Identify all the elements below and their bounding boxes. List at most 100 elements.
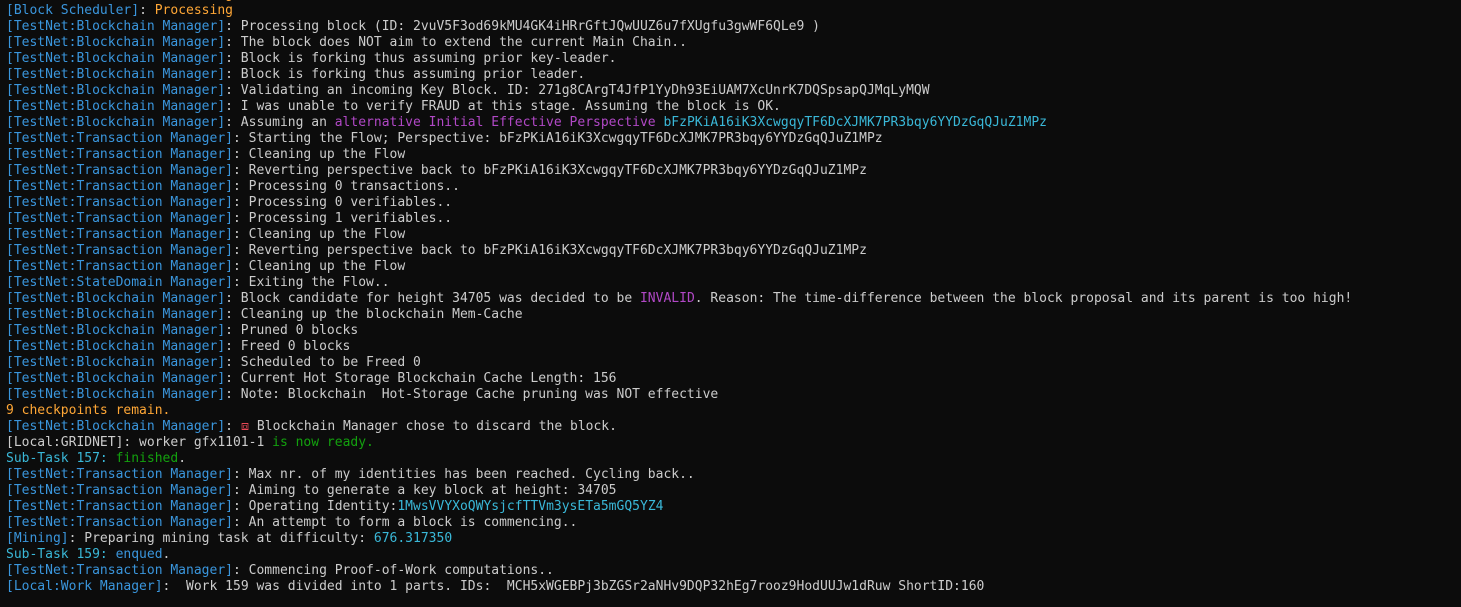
- terminal-output[interactable]: [Block Scheduler]: Processing[Block Sche…: [0, 0, 1461, 607]
- log-source-tag: [TestNet:Blockchain Manager]: [6, 371, 226, 386]
- log-text: : Cleaning up the Flow: [232, 259, 406, 274]
- log-source-tag: [TestNet:Blockchain Manager]: [6, 115, 226, 130]
- log-line: [TestNet:Blockchain Manager]: Freed 0 bl…: [6, 339, 1461, 355]
- log-source-tag: [TestNet:Transaction Manager]: [6, 163, 233, 178]
- log-text: :: [225, 419, 241, 434]
- log-text: : Preparing mining task at difficulty:: [68, 531, 374, 546]
- log-text: :: [139, 3, 155, 18]
- log-text: : Scheduled to be Freed 0: [225, 355, 421, 370]
- log-line: [TestNet:Transaction Manager]: Max nr. o…: [6, 467, 1461, 483]
- log-text: Blockchain Manager chose to discard the …: [249, 419, 617, 434]
- log-line: [TestNet:Transaction Manager]: Processin…: [6, 179, 1461, 195]
- log-line: Sub-Task 157: finished.: [6, 451, 1461, 467]
- log-text: : Block is forking thus assuming prior k…: [225, 51, 617, 66]
- log-text: Sub-Task 157:: [6, 451, 116, 466]
- log-line: [TestNet:Blockchain Manager]: Block cand…: [6, 291, 1461, 307]
- log-source-tag: [TestNet:Blockchain Manager]: [6, 99, 226, 114]
- log-text: : Cleaning up the blockchain Mem-Cache: [225, 307, 523, 322]
- log-text: is now ready.: [272, 435, 374, 450]
- log-lines: [Block Scheduler]: Processing[Block Sche…: [6, 0, 1461, 595]
- discard-icon: ⧈: [240, 419, 250, 434]
- log-source-tag: [TestNet:Transaction Manager]: [6, 515, 233, 530]
- log-line: [TestNet:Blockchain Manager]: Pruned 0 b…: [6, 323, 1461, 339]
- log-line: [TestNet:Transaction Manager]: Operating…: [6, 499, 1461, 515]
- log-line: [TestNet:Transaction Manager]: Processin…: [6, 211, 1461, 227]
- log-text: . Reason: The time-difference between th…: [694, 291, 1353, 306]
- log-line: [TestNet:Transaction Manager]: Cleaning …: [6, 259, 1461, 275]
- log-line: Sub-Task 159: enqued.: [6, 547, 1461, 563]
- log-source-tag: [TestNet:Blockchain Manager]: [6, 323, 226, 338]
- log-text: alternative Initial Effective Perspectiv…: [334, 115, 656, 130]
- log-text: : Work 159 was divided into 1 parts. IDs…: [162, 579, 985, 594]
- log-line: [TestNet:StateDomain Manager]: Exiting t…: [6, 275, 1461, 291]
- log-source-tag: [TestNet:Transaction Manager]: [6, 243, 233, 258]
- log-line: [TestNet:Transaction Manager]: Commencin…: [6, 563, 1461, 579]
- log-line: [TestNet:Blockchain Manager]: I was unab…: [6, 99, 1461, 115]
- log-line: [Mining]: Preparing mining task at diffi…: [6, 531, 1461, 547]
- log-text: Processing: [154, 3, 233, 18]
- log-source-tag: [TestNet:Transaction Manager]: [6, 483, 233, 498]
- log-text: : Processing block (ID: 2vuV5F3od69kMU4G…: [225, 19, 820, 34]
- log-line: [TestNet:Transaction Manager]: Cleaning …: [6, 147, 1461, 163]
- log-source-tag: [TestNet:Blockchain Manager]: [6, 355, 226, 370]
- log-text: : Starting the Flow; Perspective: bFzPKi…: [232, 131, 883, 146]
- log-text: : Cleaning up the Flow: [232, 147, 406, 162]
- log-source-tag: [TestNet:Transaction Manager]: [6, 499, 233, 514]
- log-line: [TestNet:Blockchain Manager]: Cleaning u…: [6, 307, 1461, 323]
- log-line: [Local:GRIDNET]: worker gfx1101-1 is now…: [6, 435, 1461, 451]
- log-line: [TestNet:Blockchain Manager]: Block is f…: [6, 51, 1461, 67]
- log-text: : Note: Blockchain Hot-Storage Cache pru…: [225, 387, 719, 402]
- log-source-tag: [TestNet:Transaction Manager]: [6, 211, 233, 226]
- log-text: enqued: [115, 547, 163, 562]
- log-source-tag: [Block Scheduler]: [6, 0, 139, 2]
- log-text: : Validating an incoming Key Block. ID: …: [225, 83, 930, 98]
- log-source-tag: [TestNet:Transaction Manager]: [6, 227, 233, 242]
- log-source-tag: [TestNet:Blockchain Manager]: [6, 35, 226, 50]
- log-source-tag: [Mining]: [6, 531, 69, 546]
- log-line: [TestNet:Transaction Manager]: Reverting…: [6, 163, 1461, 179]
- log-line: [TestNet:Transaction Manager]: Reverting…: [6, 243, 1461, 259]
- log-text: [Local:GRIDNET]: [6, 435, 124, 450]
- log-text: : Operating Identity:: [232, 499, 398, 514]
- log-line: [TestNet:Transaction Manager]: Cleaning …: [6, 227, 1461, 243]
- log-text: .: [178, 451, 187, 466]
- log-text: : Cleaning up the Flow: [232, 227, 406, 242]
- log-text: : Processing 0 transactions..: [232, 179, 460, 194]
- log-line: [TestNet:Blockchain Manager]: The block …: [6, 35, 1461, 51]
- log-line: [TestNet:Blockchain Manager]: Scheduled …: [6, 355, 1461, 371]
- log-source-tag: [TestNet:Transaction Manager]: [6, 467, 233, 482]
- log-text: .: [162, 547, 171, 562]
- log-source-tag: [TestNet:Blockchain Manager]: [6, 339, 226, 354]
- log-line: [Block Scheduler]: Processing: [6, 3, 1461, 19]
- log-line: 9 checkpoints remain.: [6, 403, 1461, 419]
- log-source-tag: [Local:Work Manager]: [6, 579, 163, 594]
- log-source-tag: [TestNet:Blockchain Manager]: [6, 419, 226, 434]
- log-text: : Aiming to generate a key block at heig…: [232, 483, 617, 498]
- log-text: : Current Hot Storage Blockchain Cache L…: [225, 371, 617, 386]
- log-source-tag: [TestNet:Transaction Manager]: [6, 147, 233, 162]
- log-line: [Local:Work Manager]: Work 159 was divid…: [6, 579, 1461, 595]
- log-text: : Pruned 0 blocks: [225, 323, 359, 338]
- log-text: :: [139, 0, 155, 2]
- log-line: [TestNet:Transaction Manager]: An attemp…: [6, 515, 1461, 531]
- log-text: Sub-Task 159:: [6, 547, 116, 562]
- log-source-tag: [TestNet:Transaction Manager]: [6, 131, 233, 146]
- log-line: [TestNet:Blockchain Manager]: Current Ho…: [6, 371, 1461, 387]
- log-text: : Reverting perspective back to bFzPKiA1…: [232, 243, 867, 258]
- log-line: [TestNet:Blockchain Manager]: Validating…: [6, 83, 1461, 99]
- log-source-tag: [TestNet:Blockchain Manager]: [6, 67, 226, 82]
- log-text: : Commencing Proof-of-Work computations.…: [232, 563, 554, 578]
- log-source-tag: [TestNet:Transaction Manager]: [6, 563, 233, 578]
- log-text: : The block does NOT aim to extend the c…: [225, 35, 687, 50]
- log-source-tag: [TestNet:Blockchain Manager]: [6, 291, 226, 306]
- log-source-tag: [TestNet:StateDomain Manager]: [6, 275, 233, 290]
- log-text: : I was unable to verify FRAUD at this s…: [225, 99, 781, 114]
- log-source-tag: [TestNet:Blockchain Manager]: [6, 51, 226, 66]
- log-source-tag: [Block Scheduler]: [6, 3, 140, 18]
- log-source-tag: [TestNet:Blockchain Manager]: [6, 83, 226, 98]
- log-line: [TestNet:Blockchain Manager]: Assuming a…: [6, 115, 1461, 131]
- log-line: [TestNet:Transaction Manager]: Processin…: [6, 195, 1461, 211]
- log-text: : Freed 0 blocks: [225, 339, 351, 354]
- log-line: [TestNet:Blockchain Manager]: Block is f…: [6, 67, 1461, 83]
- log-source-tag: [TestNet:Transaction Manager]: [6, 259, 233, 274]
